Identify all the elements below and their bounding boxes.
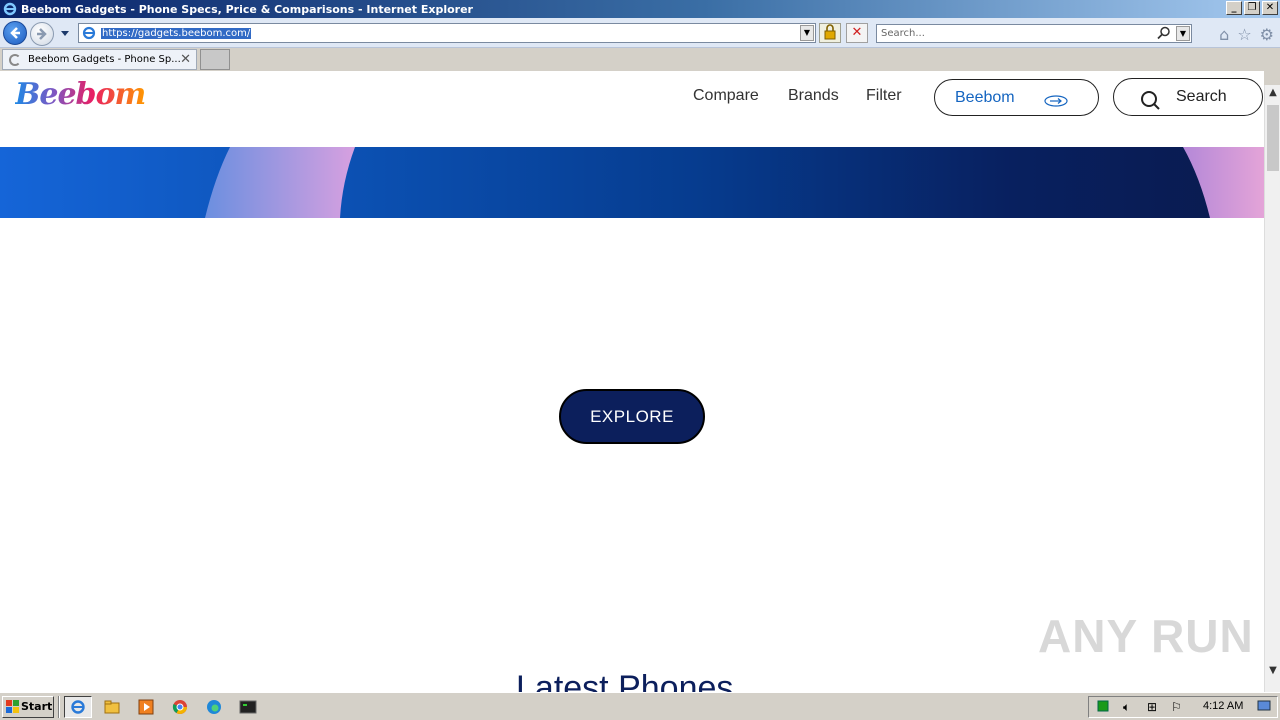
system-tray: 🔈︎ ⊞ ⚐ 4:12 AM	[1088, 696, 1278, 718]
favorites-star-icon[interactable]: ☆	[1237, 25, 1251, 44]
anyrun-watermark: ANY RUN	[1038, 610, 1254, 662]
taskbar-ie-icon[interactable]	[64, 696, 92, 718]
history-dropdown-icon[interactable]	[60, 28, 70, 41]
search-icon[interactable]	[1157, 26, 1171, 46]
network-status-icon[interactable]	[1097, 700, 1109, 715]
taskbar-media-player-icon[interactable]	[132, 696, 160, 718]
search-icon	[1140, 88, 1160, 124]
start-button[interactable]: Start	[2, 696, 54, 718]
taskbar-separator	[58, 696, 60, 718]
settings-gear-icon[interactable]: ⚙	[1260, 25, 1274, 44]
window-title: Beebom Gadgets - Phone Specs, Price & Co…	[21, 2, 473, 16]
ie-logo-icon	[2, 1, 18, 17]
browser-search-input[interactable]: Search... ▼	[876, 24, 1192, 43]
taskbar-clock[interactable]: 4:12 AM	[1203, 700, 1243, 712]
search-placeholder: Search...	[881, 28, 925, 39]
back-button[interactable]	[3, 21, 27, 45]
explore-button[interactable]: EXPLORE	[559, 389, 705, 444]
nav-brands-link[interactable]: Brands	[788, 87, 839, 105]
tab-label: Beebom Gadgets - Phone Sp...	[28, 54, 181, 65]
beebom-link-label: Beebom	[955, 89, 1015, 106]
page-scrollbar[interactable]: ▲ ▼	[1264, 85, 1280, 692]
windows-flag-icon	[6, 700, 19, 713]
back-arrow-icon	[10, 27, 20, 39]
start-label: Start	[21, 700, 53, 713]
beebom-logo[interactable]: Beebom	[15, 77, 146, 112]
taskbar-chrome-icon[interactable]	[166, 696, 194, 718]
site-header: Beebom Compare Brands Filter Beebom Sear…	[0, 71, 1264, 147]
tab-close-icon[interactable]: ✕	[180, 52, 191, 67]
tab-strip: Beebom Gadgets - Phone Sp... ✕	[0, 48, 1280, 71]
latest-phones-heading: Latest Phones	[516, 669, 734, 692]
home-icon[interactable]: ⌂	[1219, 25, 1229, 44]
window-title-bar[interactable]: Beebom Gadgets - Phone Specs, Price & Co…	[0, 0, 1280, 18]
search-label: Search	[1176, 88, 1227, 105]
restore-button[interactable]: ❐	[1244, 1, 1260, 15]
page-favicon-icon	[82, 26, 96, 43]
stop-button[interactable]: ✕	[846, 23, 868, 43]
tab-beebom[interactable]: Beebom Gadgets - Phone Sp... ✕	[2, 49, 197, 70]
scroll-up-arrow-icon[interactable]: ▲	[1265, 85, 1280, 101]
windows-taskbar: Start 🔈︎ ⊞ ⚐ 4:12 AM	[0, 692, 1280, 720]
taskbar-terminal-icon[interactable]	[234, 696, 262, 718]
security-lock-icon[interactable]	[819, 23, 841, 43]
page-viewport: Beebom Compare Brands Filter Beebom Sear…	[0, 71, 1264, 692]
address-dropdown-button[interactable]: ▼	[800, 25, 814, 41]
show-desktop-icon[interactable]	[1257, 700, 1271, 715]
search-provider-dropdown[interactable]: ▼	[1176, 26, 1190, 41]
scroll-down-arrow-icon[interactable]: ▼	[1265, 663, 1280, 679]
address-bar[interactable]: https://gadgets.beebom.com/ ▼	[78, 23, 816, 43]
scroll-thumb[interactable]	[1267, 105, 1279, 171]
loading-spinner-icon	[9, 53, 21, 66]
external-arrow-icon	[1043, 86, 1069, 121]
forward-button[interactable]	[30, 22, 54, 46]
close-window-button[interactable]: ✕	[1262, 1, 1278, 15]
banner-decoration	[205, 147, 1264, 218]
action-center-flag-icon[interactable]: ⚐	[1171, 700, 1182, 714]
hero-banner	[0, 147, 1264, 218]
taskbar-explorer-icon[interactable]	[98, 696, 126, 718]
nav-filter-link[interactable]: Filter	[866, 87, 902, 105]
nav-compare-link[interactable]: Compare	[693, 87, 759, 105]
new-tab-button[interactable]	[200, 49, 230, 70]
network-icon[interactable]: ⊞	[1147, 700, 1157, 714]
site-search-button[interactable]: Search	[1113, 78, 1263, 116]
taskbar-edge-icon[interactable]	[200, 696, 228, 718]
volume-icon[interactable]: 🔈︎	[1123, 700, 1130, 715]
address-url[interactable]: https://gadgets.beebom.com/	[101, 27, 252, 39]
beebom-site-button[interactable]: Beebom	[934, 79, 1099, 116]
forward-arrow-icon	[37, 28, 47, 40]
minimize-button[interactable]: _	[1226, 1, 1242, 15]
